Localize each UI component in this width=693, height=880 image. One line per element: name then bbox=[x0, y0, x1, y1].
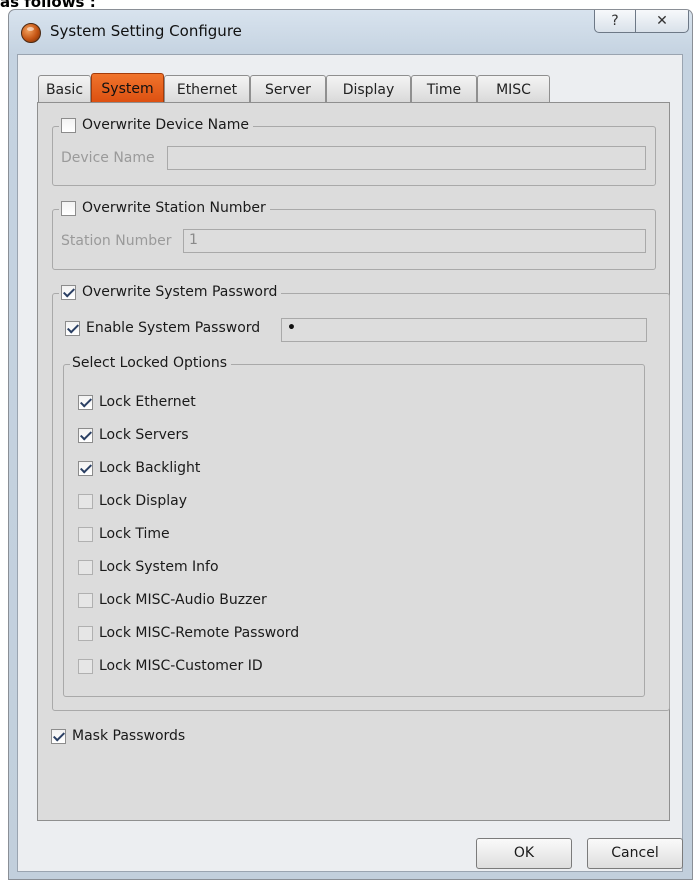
lock-option-label: Lock System Info bbox=[99, 559, 219, 575]
locked-options-title: Select Locked Options bbox=[72, 355, 228, 371]
system-tab-panel: Overwrite Device Name Device Name Overwr… bbox=[37, 102, 670, 821]
lock-option-checkbox[interactable] bbox=[78, 394, 93, 410]
lock-option-checkbox[interactable] bbox=[78, 592, 93, 608]
lock-option-item[interactable]: Lock Servers bbox=[78, 427, 189, 443]
mask-passwords-box[interactable] bbox=[51, 728, 66, 744]
device-name-input[interactable] bbox=[167, 146, 646, 170]
overwrite-station-number-label: Overwrite Station Number bbox=[82, 200, 266, 216]
overwrite-device-name-box[interactable] bbox=[61, 117, 76, 133]
locked-options-group: Select Locked Options Lock Ethernet Lock … bbox=[63, 355, 645, 697]
lock-option-item[interactable]: Lock System Info bbox=[78, 559, 219, 575]
lock-option-item[interactable]: Lock MISC-Customer ID bbox=[78, 658, 263, 674]
app-icon bbox=[21, 23, 41, 43]
tab-server[interactable]: Server bbox=[250, 75, 326, 103]
lock-option-label: Lock Time bbox=[99, 526, 170, 542]
tab-display[interactable]: Display bbox=[326, 75, 411, 103]
lock-option-label: Lock Backlight bbox=[99, 460, 201, 476]
station-number-input[interactable]: 1 bbox=[183, 229, 646, 253]
system-password-input[interactable]: • bbox=[281, 318, 647, 342]
help-button[interactable]: ? bbox=[594, 10, 636, 33]
ok-button[interactable]: OK bbox=[476, 838, 572, 869]
lock-option-checkbox[interactable] bbox=[78, 625, 93, 641]
locked-options-legend: Select Locked Options bbox=[70, 355, 232, 371]
mask-passwords-checkbox[interactable]: Mask Passwords bbox=[51, 728, 185, 744]
lock-option-checkbox[interactable] bbox=[78, 526, 93, 542]
lock-option-item[interactable]: Lock Backlight bbox=[78, 460, 200, 476]
overwrite-station-number-box[interactable] bbox=[61, 200, 76, 216]
lock-option-label: Lock MISC-Customer ID bbox=[99, 658, 263, 674]
overwrite-device-name-checkbox[interactable]: Overwrite Device Name bbox=[59, 117, 253, 133]
cancel-button[interactable]: Cancel bbox=[587, 838, 683, 869]
overwrite-device-name-label: Overwrite Device Name bbox=[82, 117, 249, 133]
lock-option-label: Lock Display bbox=[99, 493, 187, 509]
tab-misc[interactable]: MISC bbox=[477, 75, 550, 103]
tab-basic[interactable]: Basic bbox=[38, 75, 91, 103]
enable-system-password-box[interactable] bbox=[65, 320, 80, 336]
lock-option-item[interactable]: Lock Time bbox=[78, 526, 170, 542]
window-title: System Setting Configure bbox=[50, 22, 242, 40]
tab-time[interactable]: Time bbox=[411, 75, 477, 103]
overwrite-system-password-label: Overwrite System Password bbox=[82, 284, 278, 300]
close-button[interactable]: ✕ bbox=[635, 10, 689, 33]
lock-option-item[interactable]: Lock MISC-Audio Buzzer bbox=[78, 592, 267, 608]
dialog-client-area: Basic System Ethernet Server Display Tim… bbox=[17, 54, 683, 872]
title-bar[interactable]: System Setting Configure ? ✕ bbox=[9, 10, 692, 54]
lock-option-checkbox[interactable] bbox=[78, 658, 93, 674]
device-name-label: Device Name bbox=[61, 150, 155, 166]
lock-option-label: Lock Servers bbox=[99, 427, 189, 443]
help-icon: ? bbox=[611, 13, 619, 29]
overwrite-system-password-box[interactable] bbox=[61, 284, 76, 300]
mask-passwords-label: Mask Passwords bbox=[72, 728, 186, 744]
station-number-label: Station Number bbox=[61, 233, 172, 249]
lock-option-label: Lock Ethernet bbox=[99, 394, 196, 410]
lock-option-checkbox[interactable] bbox=[78, 460, 93, 476]
lock-option-checkbox[interactable] bbox=[78, 427, 93, 443]
caption-fragment: as follows : bbox=[0, 0, 96, 11]
lock-option-checkbox[interactable] bbox=[78, 559, 93, 575]
close-icon: ✕ bbox=[656, 13, 668, 29]
lock-option-checkbox[interactable] bbox=[78, 493, 93, 509]
enable-system-password-label: Enable System Password bbox=[86, 320, 261, 336]
lock-option-item[interactable]: Lock MISC-Remote Password bbox=[78, 625, 299, 641]
lock-option-label: Lock MISC-Audio Buzzer bbox=[99, 592, 267, 608]
lock-option-item[interactable]: Lock Display bbox=[78, 493, 187, 509]
lock-option-label: Lock MISC-Remote Password bbox=[99, 625, 300, 641]
enable-system-password-checkbox[interactable]: Enable System Password bbox=[65, 320, 260, 336]
lock-option-item[interactable]: Lock Ethernet bbox=[78, 394, 196, 410]
system-password-group: Overwrite System Password Enable System … bbox=[52, 284, 670, 711]
overwrite-station-number-checkbox[interactable]: Overwrite Station Number bbox=[59, 200, 270, 216]
station-number-group: Overwrite Station Number Station Number … bbox=[52, 200, 656, 270]
dialog-window: System Setting Configure ? ✕ Basic Syste… bbox=[8, 9, 693, 880]
tab-ethernet[interactable]: Ethernet bbox=[164, 75, 250, 103]
overwrite-system-password-checkbox[interactable]: Overwrite System Password bbox=[59, 284, 282, 300]
tab-system[interactable]: System bbox=[91, 73, 164, 103]
device-name-group: Overwrite Device Name Device Name bbox=[52, 117, 656, 186]
